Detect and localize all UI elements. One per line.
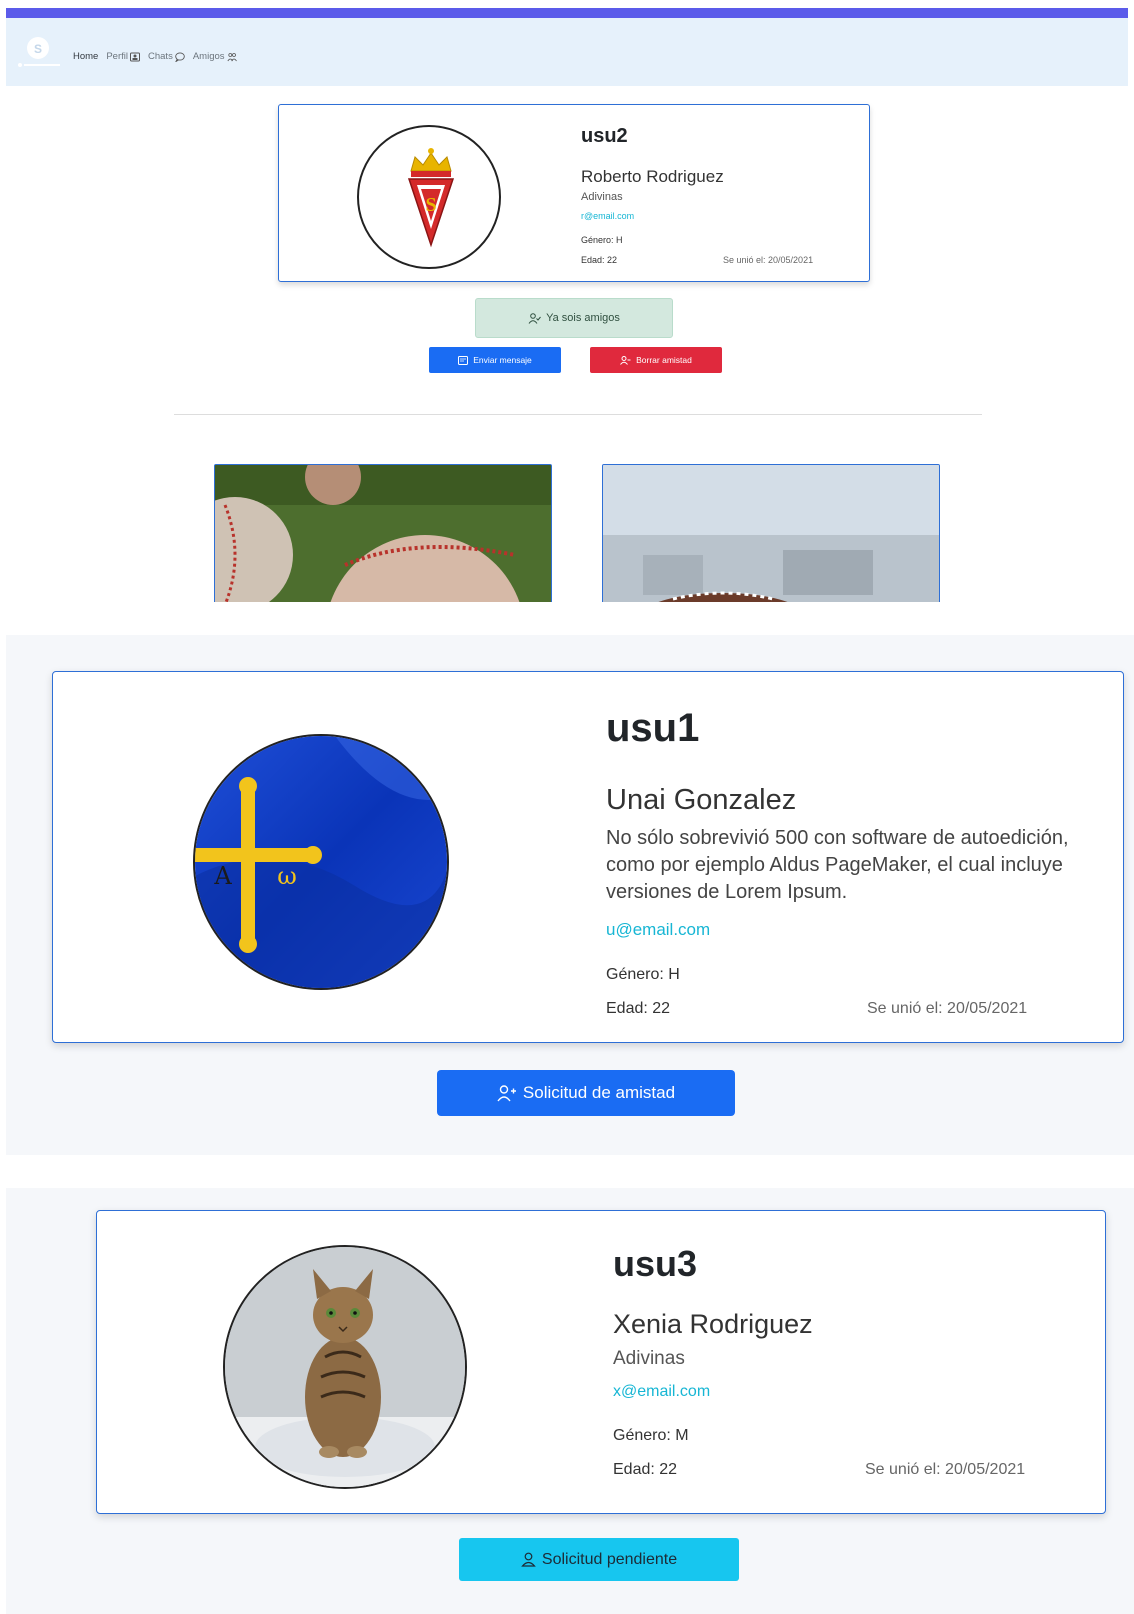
gender: Género: H (606, 966, 680, 983)
nav-home-label: Home (73, 51, 99, 62)
post-image-baseball[interactable] (214, 464, 552, 602)
nav-chats[interactable]: Chats (148, 51, 185, 62)
gender: Género: M (613, 1427, 689, 1444)
profile-card-usu1: A ω usu1 Unai Gonzalez No sólo sobrevivi… (52, 671, 1124, 1043)
avatar: S (357, 125, 501, 269)
send-message-button[interactable]: Enviar mensaje (429, 347, 561, 373)
full-name: Unai Gonzalez (606, 784, 797, 816)
chat-bubble-icon (175, 51, 185, 62)
delete-friend-label: Borrar amistad (636, 355, 692, 365)
top-accent-bar (6, 8, 1128, 18)
nav-home[interactable]: Home (73, 51, 98, 62)
asturias-flag-icon: A ω (195, 736, 447, 988)
svg-text:A: A (213, 862, 232, 890)
profile-card-usu3: usu3 Xenia Rodriguez Adivinas x@email.co… (96, 1210, 1106, 1514)
avatar (223, 1245, 467, 1489)
navbar: S Home Perfil Chats Amigos (6, 18, 1128, 86)
nav-amigos[interactable]: Amigos (193, 51, 237, 62)
baseball-photo-icon (215, 465, 551, 602)
gender: Género: H (581, 235, 623, 245)
nav-chats-label: Chats (148, 51, 173, 62)
send-message-label: Enviar mensaje (473, 355, 532, 365)
message-icon (458, 355, 469, 365)
svg-text:S: S (34, 42, 42, 56)
profile-card-usu2: S usu2 Roberto Rodriguez Adivinas r@emai… (278, 104, 870, 282)
pending-request-button[interactable]: Solicitud pendiente (459, 1538, 739, 1581)
bio: No sólo sobrevivió 500 con software de a… (606, 827, 1069, 903)
email-link[interactable]: x@email.com (613, 1383, 710, 1401)
username: usu2 (581, 125, 628, 147)
bio: Adivinas (613, 1348, 685, 1369)
full-name: Roberto Rodriguez (581, 167, 724, 186)
join-date: Se unió el: 20/05/2021 (865, 1461, 1026, 1478)
post-image-football[interactable] (602, 464, 940, 602)
bio: Adivinas (581, 191, 623, 203)
sporting-crest-icon: S (407, 148, 455, 248)
profile-page-usu1: A ω usu1 Unai Gonzalez No sólo sobrevivi… (6, 635, 1134, 1155)
age: Edad: 22 (613, 1461, 678, 1478)
person-add-icon (497, 1084, 516, 1101)
pending-request-label: Solicitud pendiente (541, 1550, 678, 1568)
profile-page-friend: S Home Perfil Chats Amigos S usu2 Robert… (6, 8, 1128, 602)
people-icon (226, 52, 237, 61)
age: Edad: 22 (581, 255, 618, 265)
person-check-icon (528, 312, 541, 324)
username: usu3 (613, 1243, 698, 1284)
delete-friend-button[interactable]: Borrar amistad (590, 347, 722, 373)
profile-page-usu3: usu3 Xenia Rodriguez Adivinas x@email.co… (6, 1188, 1134, 1614)
email-link[interactable]: r@email.com (581, 211, 634, 221)
friends-status-badge: Ya sois amigos (475, 298, 673, 338)
svg-text:S: S (425, 194, 436, 216)
full-name: Xenia Rodriguez (613, 1309, 813, 1339)
username: usu1 (606, 706, 700, 750)
person-remove-icon (620, 355, 631, 365)
section-divider (174, 414, 982, 415)
nav-amigos-label: Amigos (192, 51, 225, 62)
football-photo-icon (603, 465, 939, 602)
svg-text:ω: ω (277, 862, 297, 890)
friend-request-label: Solicitud de amistad (522, 1083, 676, 1102)
email-link[interactable]: u@email.com (606, 920, 710, 940)
age: Edad: 22 (606, 1000, 671, 1017)
join-date: Se unió el: 20/05/2021 (723, 255, 814, 265)
friend-request-button[interactable]: Solicitud de amistad (437, 1070, 735, 1116)
person-icon (521, 1552, 536, 1567)
profile-card-icon (130, 52, 140, 61)
friends-status-label: Ya sois amigos (546, 312, 620, 324)
join-date: Se unió el: 20/05/2021 (867, 1000, 1028, 1017)
cat-photo-icon (225, 1247, 465, 1487)
avatar: A ω (193, 734, 449, 990)
nav-links: Home Perfil Chats Amigos (73, 51, 237, 62)
nav-perfil[interactable]: Perfil (106, 51, 140, 62)
app-logo-icon[interactable]: S (16, 34, 62, 74)
nav-perfil-label: Perfil (106, 51, 128, 62)
